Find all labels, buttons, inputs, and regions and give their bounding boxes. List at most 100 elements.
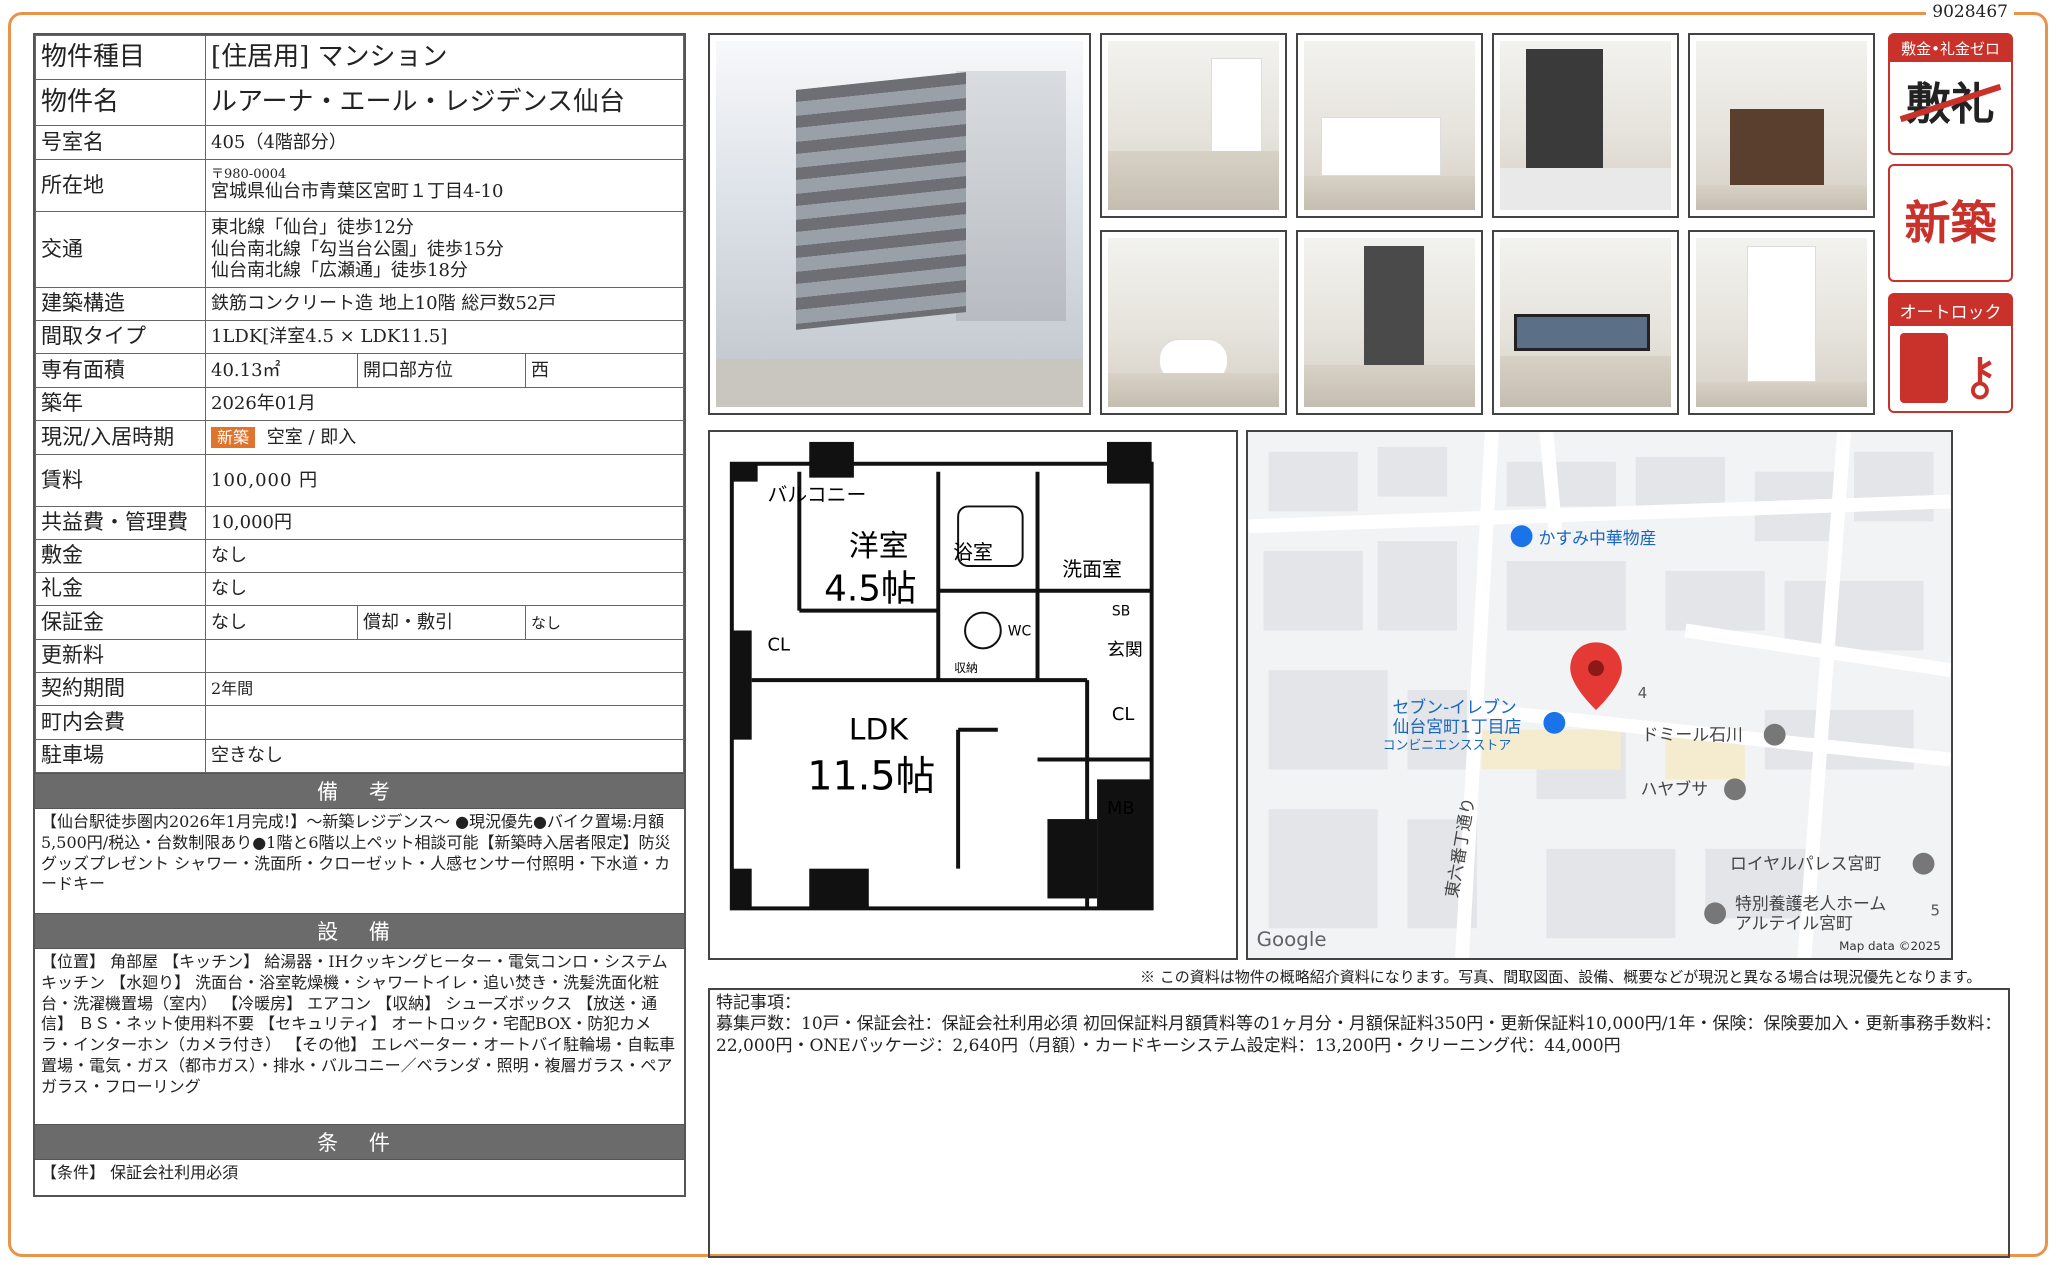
plan-bath-label: 浴室 <box>953 541 993 564</box>
photo-washroom[interactable] <box>1688 33 1875 218</box>
property-info-panel: 物件種目 [住居用] マンション 物件名 ルアーナ・エール・レジデンス仙台 号室… <box>33 33 686 1197</box>
map-poi-royal-palace: ロイヤルパレス宮町 <box>1730 854 1881 874</box>
key-money-label: 礼金 <box>35 572 206 606</box>
special-notes: 特記事項： 募集戸数：10戸・保証会社：保証会社利用必須 初回保証料月額賃料等の… <box>708 988 2010 1258</box>
guarantee-label: 保証金 <box>35 605 206 640</box>
property-info-table: 物件種目 [住居用] マンション 物件名 ルアーナ・エール・レジデンス仙台 号室… <box>35 35 684 773</box>
plan-western-room-size: 4.5帖 <box>824 569 917 610</box>
location-map[interactable]: かすみ中華物産 セブン-イレブン 仙台宮町1丁目店 コンビニエンスストア ドミー… <box>1246 430 1953 960</box>
document-id: 9028467 <box>1926 0 2014 24</box>
photo-kitchen[interactable] <box>1296 33 1483 218</box>
address-label: 所在地 <box>35 159 206 212</box>
plan-sb-label: SB <box>1112 604 1130 620</box>
room-value: 405（4階部分） <box>205 125 684 160</box>
floor-plan[interactable]: バルコニー 洋室 4.5帖 浴室 洗面室 WC SB 玄関 収納 CL CL L… <box>708 430 1238 960</box>
map-poi-domiru: ドミール石川 <box>1642 725 1743 745</box>
rent-label: 賃料 <box>35 454 206 507</box>
parking-label: 駐車場 <box>35 739 206 773</box>
deposit-value: なし <box>205 539 684 573</box>
plan-cl-label-1: CL <box>768 634 790 655</box>
new-build-badge: 新築 <box>211 426 256 448</box>
plan-cl-label-2: CL <box>1112 704 1134 725</box>
direction-value: 西 <box>525 353 684 388</box>
photo-entrance[interactable] <box>1296 230 1483 415</box>
plan-storage-label: 収納 <box>954 661 978 675</box>
structure-value: 鉄筋コンクリート造 地上10階 総戸数52戸 <box>205 287 684 321</box>
layout-label: 間取タイプ <box>35 320 206 354</box>
status-label: 現況/入居時期 <box>35 420 206 455</box>
plan-washroom-label: 洗面室 <box>1062 558 1121 581</box>
map-poi-seven-eleven-branch: 仙台宮町1丁目店 <box>1393 717 1522 737</box>
map-block-number-5: 5 <box>1930 901 1939 919</box>
map-poi-nursing-home: 特別養護老人ホーム <box>1735 893 1886 913</box>
transport-cell: 東北線「仙台」徒歩12分 仙台南北線「勾当台公園」徒歩15分 仙台南北線「広瀬通… <box>205 211 684 288</box>
google-logo: Google <box>1257 928 1327 951</box>
name-label: 物件名 <box>35 79 206 126</box>
plan-balcony-label: バルコニー <box>768 483 867 506</box>
map-poi-convenience-store: コンビニエンスストア <box>1383 739 1512 754</box>
remarks-text: 【仙台駅徒歩圏内2026年1月完成!】～新築レジデンス～ ●現況優先●バイク置場… <box>35 808 684 913</box>
plan-ldk-size: 11.5帖 <box>807 753 935 799</box>
plan-ldk-label: LDK <box>849 713 910 748</box>
map-poi-hayabusa: ハヤブサ <box>1641 779 1708 799</box>
equipment-heading: 設 備 <box>35 913 684 948</box>
equipment-text: 【位置】 角部屋 【キッチン】 給湯器・IHクッキングヒーター・電気コンロ・シス… <box>35 948 684 1124</box>
structure-label: 建築構造 <box>35 287 206 321</box>
new-build-icon: 新築 <box>1888 164 2013 282</box>
autolock-title: オートロック <box>1890 295 2011 326</box>
plan-western-room-label: 洋室 <box>849 529 909 564</box>
map-block-number-4: 4 <box>1638 684 1647 702</box>
renewal-value <box>205 639 684 673</box>
parking-value: 空きなし <box>205 739 684 773</box>
floor-plan-drawing: バルコニー 洋室 4.5帖 浴室 洗面室 WC SB 玄関 収納 CL CL L… <box>729 441 1154 911</box>
room-label: 号室名 <box>35 125 206 160</box>
plan-entrance-label: 玄関 <box>1107 639 1143 660</box>
plan-mb-label: MB <box>1107 798 1135 819</box>
map-poi-kasumi: かすみ中華物産 <box>1538 528 1656 548</box>
type-label: 物件種目 <box>35 35 206 80</box>
photo-bathroom[interactable] <box>1492 33 1679 218</box>
map-poi-seven-eleven: セブン-イレブン <box>1393 697 1517 717</box>
fee-label: 共益費・管理費 <box>35 506 206 540</box>
type-value: [住居用] マンション <box>205 35 684 80</box>
special-notes-text: 募集戸数：10戸・保証会社：保証会社利用必須 初回保証料月額賃料等の1ヶ月分・月… <box>716 1014 2002 1056</box>
plan-wc-label: WC <box>1008 623 1031 639</box>
area-label: 専有面積 <box>35 353 206 388</box>
transport-line: 東北線「仙台」徒歩12分 <box>211 217 414 239</box>
zero-deposit-icon: 敷金•礼金ゼロ 敷礼 <box>1888 33 2013 155</box>
town-fee-label: 町内会費 <box>35 705 206 740</box>
contract-label: 契約期間 <box>35 672 206 706</box>
building-exterior-photo[interactable] <box>708 33 1091 415</box>
keypad-icon <box>1900 333 1948 403</box>
deposit-label: 敷金 <box>35 539 206 573</box>
key-money-value: なし <box>205 572 684 606</box>
layout-value: 1LDK[洋室4.5 × LDK11.5] <box>205 320 684 354</box>
status-value: 空室 / 即入 <box>266 426 357 448</box>
photo-toilet[interactable] <box>1100 230 1287 415</box>
photo-closet[interactable] <box>1688 230 1875 415</box>
transport-label: 交通 <box>35 211 206 288</box>
address-cell: 〒980-0004 宮城県仙台市青葉区宮町１丁目4-10 <box>205 159 684 212</box>
autolock-icon: オートロック ⚷ <box>1888 293 2013 413</box>
transport-line: 仙台南北線「勾当台公園」徒歩15分 <box>211 238 504 260</box>
special-notes-heading: 特記事項： <box>716 993 801 1013</box>
rent-value: 100,000 円 <box>205 454 684 507</box>
disclaimer-text: ※ この資料は物件の概略紹介資料になります。写真、間取図面、設備、概要などが現況… <box>1140 968 1982 986</box>
photo-window-room[interactable] <box>1492 230 1679 415</box>
built-label: 築年 <box>35 387 206 421</box>
contract-value: 2年間 <box>205 672 684 706</box>
crossed-deposit-glyph: 敷礼 <box>1890 68 2011 132</box>
photo-living-room[interactable] <box>1100 33 1287 218</box>
area-value: 40.13㎡ <box>205 353 358 388</box>
remarks-heading: 備 考 <box>35 773 684 808</box>
amortization-label: 償却・敷引 <box>357 605 526 640</box>
town-fee-value <box>205 705 684 740</box>
address-value: 宮城県仙台市青葉区宮町１丁目4-10 <box>211 181 504 203</box>
amortization-value: なし <box>525 605 684 640</box>
key-icon: ⚷ <box>1960 347 1999 407</box>
built-value: 2026年01月 <box>205 387 684 421</box>
zero-deposit-title: 敷金•礼金ゼロ <box>1890 35 2011 62</box>
renewal-label: 更新料 <box>35 639 206 673</box>
transport-line: 仙台南北線「広瀬通」徒歩18分 <box>211 260 468 282</box>
guarantee-value: なし <box>205 605 358 640</box>
